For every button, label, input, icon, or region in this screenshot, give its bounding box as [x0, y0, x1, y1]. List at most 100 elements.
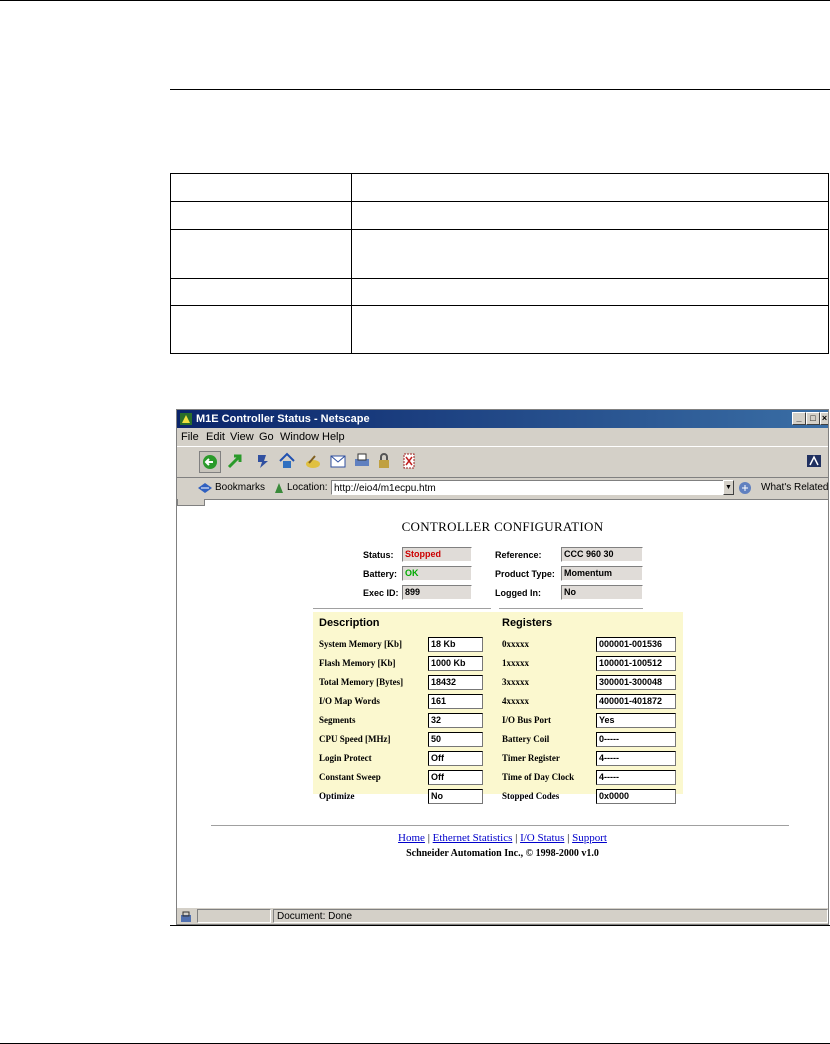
- title-bar: M1E Controller Status - Netscape _ □ ×: [177, 410, 828, 428]
- menu-edit[interactable]: Edit: [206, 429, 225, 445]
- menu-go[interactable]: Go: [259, 429, 274, 445]
- description-row-label: Segments: [319, 715, 356, 725]
- minimize-button[interactable]: _: [792, 412, 806, 425]
- status-bar: Document: Done: [177, 908, 828, 924]
- register-row-label: I/O Bus Port: [502, 715, 552, 725]
- exec-id-label: Exec ID:: [363, 588, 399, 598]
- table-cell: [351, 201, 829, 230]
- registers-header: Registers: [502, 617, 553, 629]
- io-status-link[interactable]: I/O Status: [520, 832, 564, 844]
- bookmarks-icon[interactable]: [197, 481, 213, 495]
- description-row-value: 18432: [428, 675, 483, 690]
- description-row-value: 18 Kb: [428, 637, 483, 652]
- description-row-value: No: [428, 789, 483, 804]
- guide-icon[interactable]: [328, 451, 348, 471]
- logged-in-label: Logged In:: [495, 588, 541, 598]
- register-row-value: 4-----: [596, 770, 676, 785]
- back-icon[interactable]: [199, 451, 221, 473]
- ethernet-statistics-link[interactable]: Ethernet Statistics: [433, 832, 513, 844]
- description-row-value: 32: [428, 713, 483, 728]
- whats-related-icon[interactable]: [738, 481, 756, 495]
- forward-icon[interactable]: [225, 451, 245, 471]
- home-icon[interactable]: [277, 451, 297, 471]
- menu-help[interactable]: Help: [322, 429, 345, 445]
- description-row-label: CPU Speed [MHz]: [319, 734, 391, 744]
- page-content: CONTROLLER CONFIGURATION Status: Stopped…: [177, 499, 828, 908]
- location-dropdown-button[interactable]: ▼: [723, 480, 734, 495]
- register-row-label: Time of Day Clock: [502, 772, 575, 782]
- description-row-label: I/O Map Words: [319, 696, 380, 706]
- print-icon[interactable]: [352, 451, 372, 471]
- battery-value: OK: [402, 566, 472, 581]
- netscape-icon: [180, 413, 192, 425]
- bookmarks-label[interactable]: Bookmarks: [215, 482, 265, 493]
- maximize-button[interactable]: □: [806, 412, 820, 425]
- table-cell: [170, 229, 352, 279]
- table-cell: [351, 173, 829, 202]
- window-title: M1E Controller Status - Netscape: [196, 413, 370, 425]
- document-table: [170, 173, 829, 354]
- menu-window[interactable]: Window: [280, 429, 319, 445]
- security-icon[interactable]: [375, 451, 395, 471]
- description-row-label: System Memory [Kb]: [319, 639, 402, 649]
- exec-id-value: 899: [402, 585, 472, 600]
- status-label: Status:: [363, 550, 394, 560]
- description-row-value: 50: [428, 732, 483, 747]
- home-link[interactable]: Home: [398, 832, 425, 844]
- register-row-value: Yes: [596, 713, 676, 728]
- security-status-icon: [181, 911, 191, 922]
- register-row-label: 0xxxxx: [502, 639, 529, 649]
- stop-icon[interactable]: [399, 451, 419, 471]
- navigation-toolbar: [177, 446, 828, 478]
- register-row-label: Stopped Codes: [502, 791, 560, 801]
- register-row-value: 000001-001536: [596, 637, 676, 652]
- close-button[interactable]: ×: [820, 412, 828, 425]
- description-row-label: Login Protect: [319, 753, 372, 763]
- battery-label: Battery:: [363, 569, 398, 579]
- location-input[interactable]: http://eio4/m1ecpu.htm: [331, 480, 731, 495]
- footer-links: Home | Ethernet Statistics | I/O Status …: [398, 832, 607, 844]
- register-row-value: 4-----: [596, 751, 676, 766]
- reload-icon[interactable]: [253, 451, 273, 471]
- netscape-logo-icon: [807, 455, 821, 467]
- description-header: Description: [319, 617, 380, 629]
- status-message-segment: [273, 909, 828, 923]
- location-icon: [275, 483, 283, 493]
- register-row-label: 1xxxxx: [502, 658, 529, 668]
- support-link[interactable]: Support: [572, 832, 607, 844]
- table-cell: [170, 278, 352, 306]
- register-row-value: 0x0000: [596, 789, 676, 804]
- page-title: CONTROLLER CONFIGURATION: [401, 519, 604, 534]
- register-row-label: Battery Coil: [502, 734, 550, 744]
- menu-file[interactable]: File: [181, 429, 199, 445]
- register-row-label: 4xxxxx: [502, 696, 529, 706]
- section-rule-bottom: [170, 925, 830, 926]
- reference-label: Reference:: [495, 550, 542, 560]
- menu-bar: File Edit View Go Window Help: [177, 429, 828, 445]
- status-segment: [197, 909, 271, 923]
- top-separator: [499, 608, 643, 609]
- description-row-value: Off: [428, 770, 483, 785]
- reference-value: CCC 960 30: [561, 547, 643, 562]
- register-row-value: 0-----: [596, 732, 676, 747]
- register-row-label: 3xxxxx: [502, 677, 529, 687]
- location-label: Location:: [287, 482, 328, 493]
- description-row-value: 1000 Kb: [428, 656, 483, 671]
- description-row-value: Off: [428, 751, 483, 766]
- top-separator: [313, 608, 491, 609]
- search-icon[interactable]: [303, 451, 323, 471]
- table-cell: [351, 278, 829, 306]
- description-row-label: Optimize: [319, 791, 355, 801]
- register-row-label: Timer Register: [502, 753, 560, 763]
- description-row-label: Total Memory [Bytes]: [319, 677, 404, 687]
- menu-view[interactable]: View: [230, 429, 254, 445]
- status-value: Stopped: [402, 547, 472, 562]
- browser-window: M1E Controller Status - Netscape _ □ × F…: [176, 409, 829, 925]
- whats-related-label[interactable]: What's Related: [761, 482, 828, 493]
- logged-in-value: No: [561, 585, 643, 600]
- table-cell: [351, 305, 829, 354]
- description-row-label: Constant Sweep: [319, 772, 381, 782]
- table-cell: [170, 305, 352, 354]
- status-text: Document: Done: [277, 911, 353, 922]
- page-top-rule: [0, 0, 830, 1]
